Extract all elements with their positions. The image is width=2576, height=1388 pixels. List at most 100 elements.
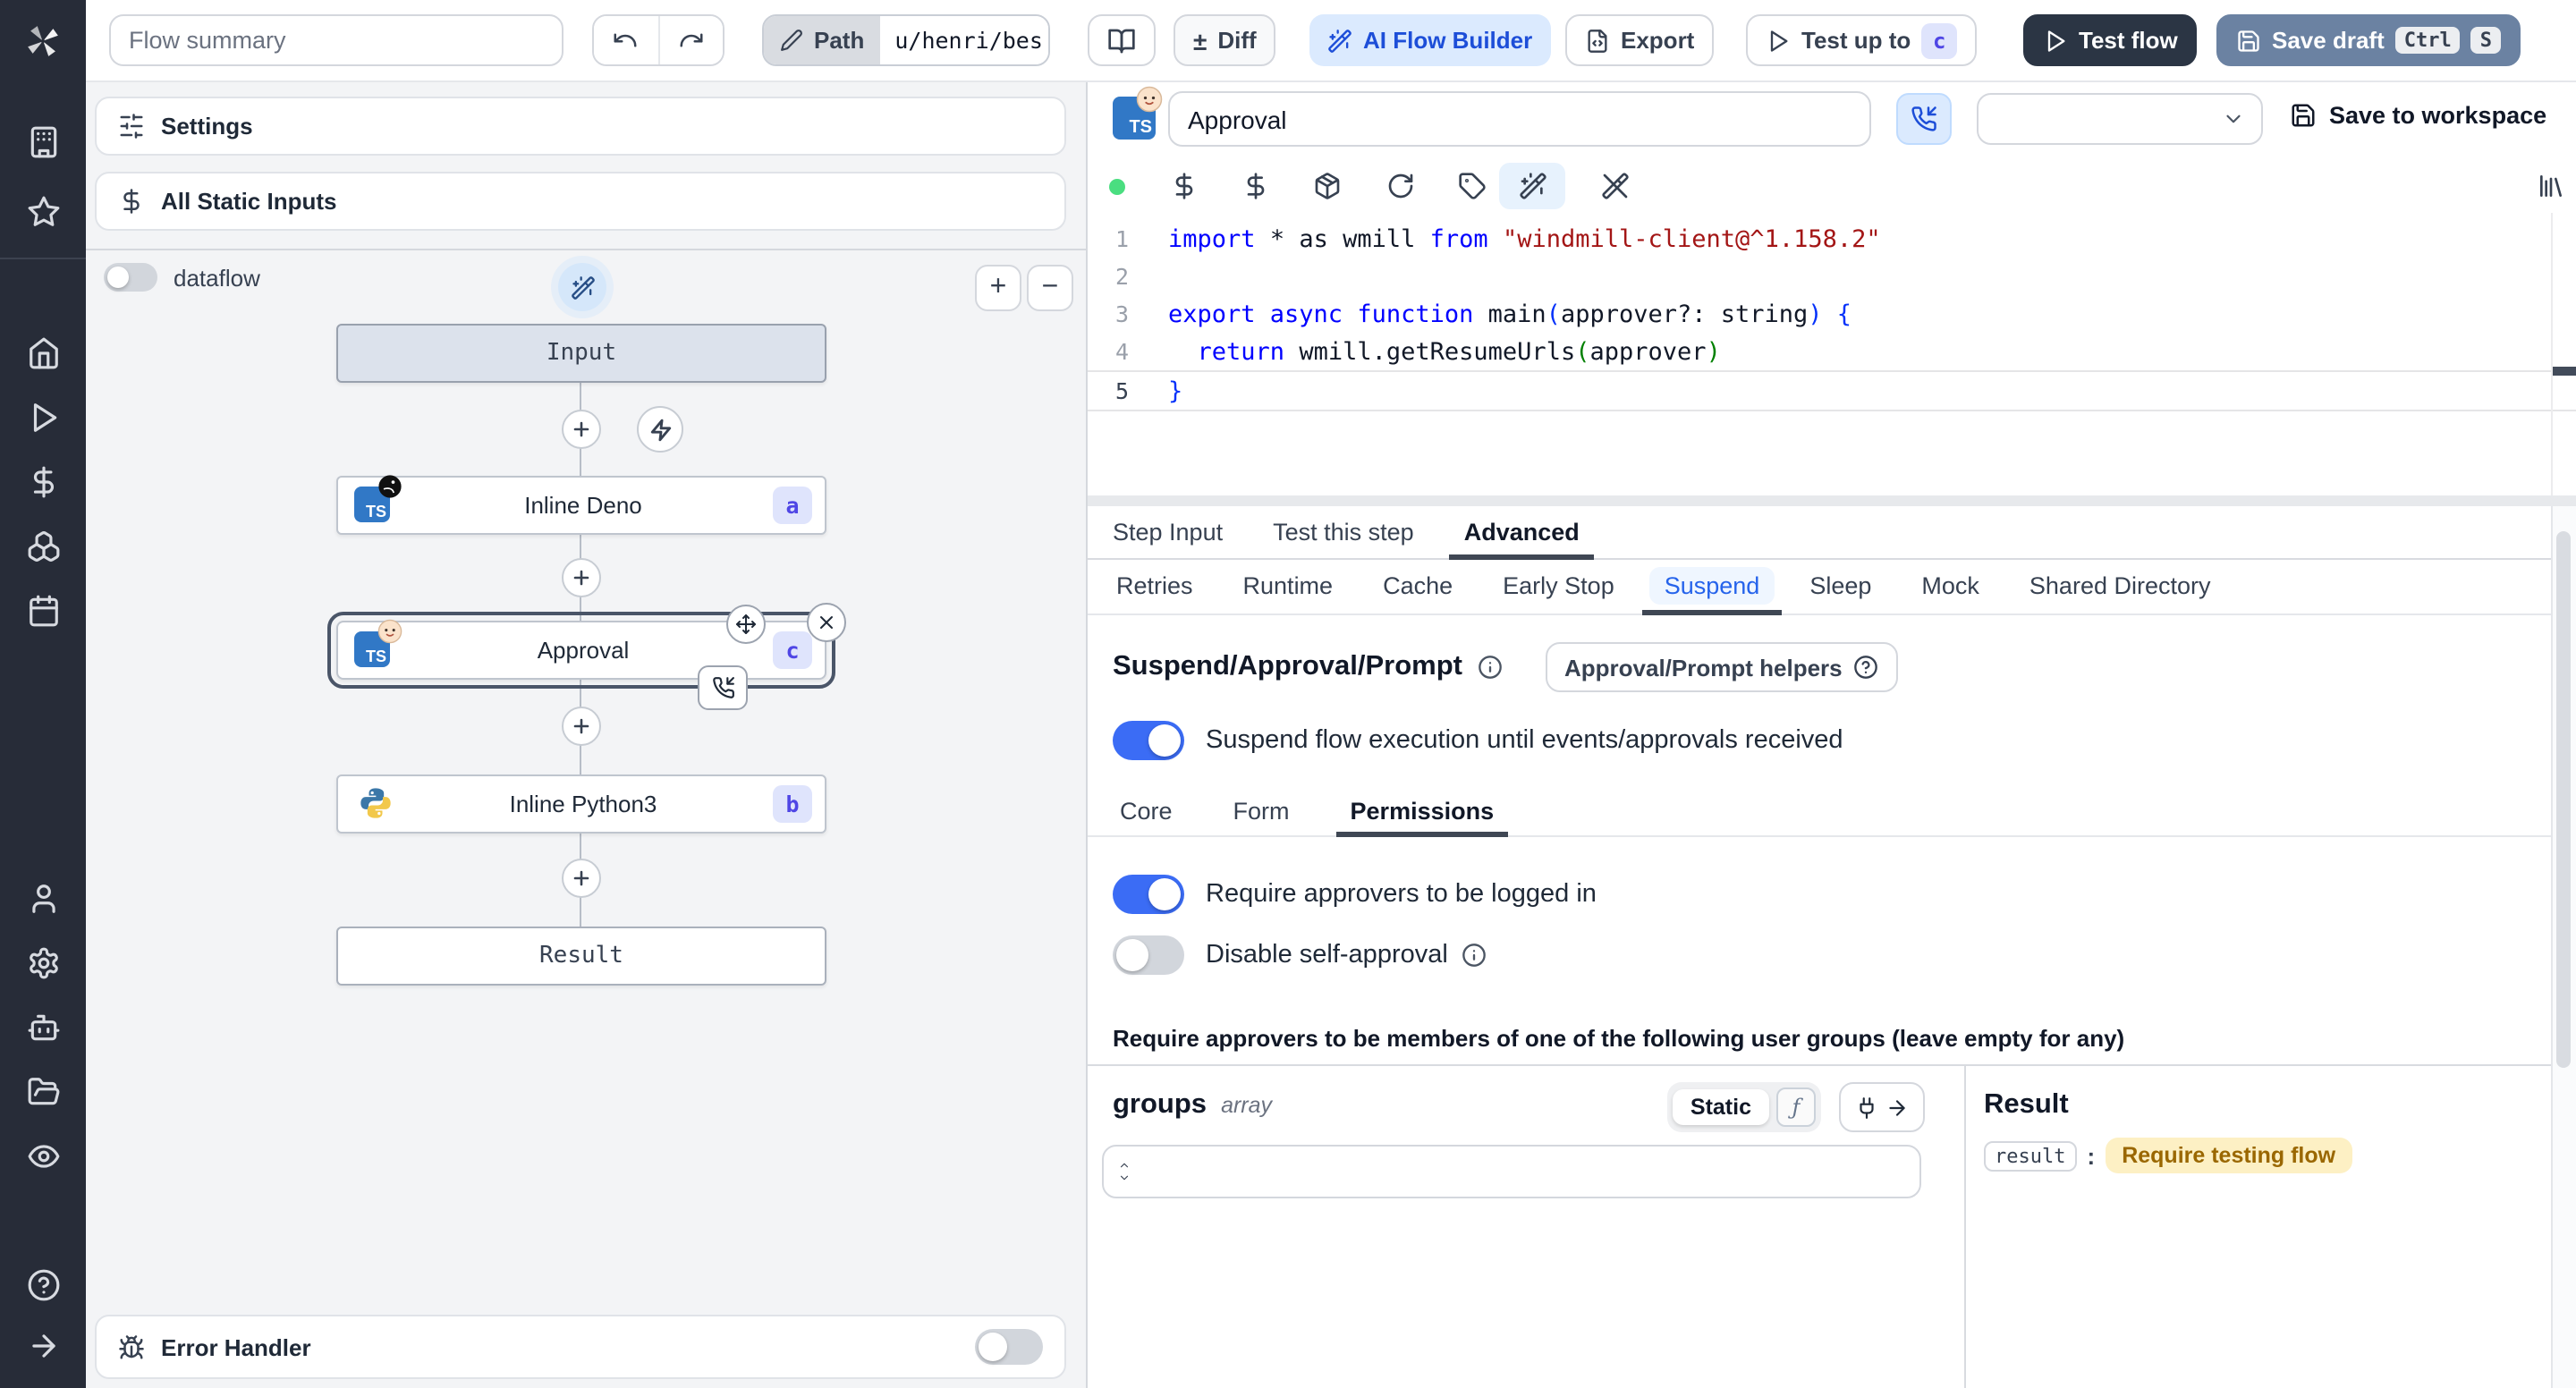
schedules-icon[interactable] [0,581,86,639]
tab-suspend[interactable]: Suspend [1642,558,1782,615]
docs-button[interactable] [1088,14,1156,66]
home-icon[interactable] [0,324,86,381]
ai-flow-builder-button[interactable]: AI Flow Builder [1309,14,1551,66]
flow-settings-button[interactable]: Settings [95,97,1066,156]
save-to-workspace-button[interactable]: Save to workspace [2290,102,2546,129]
library-icon[interactable] [2537,172,2565,200]
node-input[interactable]: Input [336,324,826,383]
info-icon[interactable] [1477,655,1502,680]
favorites-icon[interactable] [0,182,86,240]
result-pane: Result result : Require testing flow [1966,1066,2553,1388]
connect-input-button[interactable] [1839,1082,1925,1132]
runs-icon[interactable] [0,388,86,445]
require-login-toggle[interactable] [1113,875,1184,914]
advanced-tabs: Retries Runtime Cache Early Stop Suspend… [1088,558,2576,615]
step-title-input[interactable] [1168,91,1871,147]
suspend-indicator-button[interactable] [1896,93,1952,145]
tab-runtime[interactable]: Runtime [1222,558,1355,614]
approval-prompt-helpers-button[interactable]: Approval/Prompt helpers [1545,642,1898,692]
panel-resize-handle[interactable] [1088,495,2576,506]
resources-icon[interactable] [0,517,86,574]
node-result[interactable]: Result [336,927,826,986]
fx-mode-button[interactable]: ƒ [1776,1088,1816,1127]
groups-value-field[interactable] [1132,1145,1919,1198]
ai-gen-icon[interactable] [1519,172,1547,200]
help-icon[interactable] [0,1256,86,1313]
variables-icon[interactable] [0,453,86,510]
folders-icon[interactable] [0,1062,86,1120]
add-step-button[interactable] [562,859,601,898]
error-handler-row[interactable]: Error Handler [95,1315,1066,1379]
add-step-button[interactable] [562,558,601,597]
workers-icon[interactable] [0,998,86,1055]
add-step-button[interactable] [562,410,601,449]
error-handler-toggle[interactable] [975,1329,1043,1365]
select-chevrons-icon[interactable] [1116,1159,1132,1184]
redo-button[interactable] [657,16,723,64]
ai-gen-off-icon[interactable] [1601,172,1630,200]
audit-logs-icon[interactable] [0,1127,86,1184]
code-editor[interactable]: 1 import * as wmill from "windmill-clien… [1088,213,2576,495]
settings-icon[interactable] [0,934,86,991]
scrollbar-thumb[interactable] [2556,531,2571,1068]
format-tag-icon[interactable] [1458,172,1487,200]
tab-sleep[interactable]: Sleep [1788,558,1893,614]
baby-emoji-icon [377,618,402,643]
dataflow-toggle[interactable] [104,263,157,292]
tab-mock[interactable]: Mock [1900,558,2001,614]
node-inline-deno[interactable]: TS Inline Deno a [336,474,826,535]
suspend-phone-badge[interactable] [698,665,748,710]
add-step-button[interactable] [562,707,601,746]
diff-button[interactable]: ± Diff [1174,14,1276,66]
path-button[interactable]: Path u/henri/bes [762,14,1050,66]
zoom-out-button[interactable]: − [1027,265,1073,311]
all-static-inputs-button[interactable]: All Static Inputs [95,172,1066,231]
save-draft-button[interactable]: Save draft Ctrl S [2216,14,2521,66]
export-button[interactable]: Export [1565,14,1715,66]
windmill-logo-icon[interactable] [0,0,86,80]
tab-advanced[interactable]: Advanced [1439,506,1605,560]
delete-step-button[interactable] [807,603,846,642]
dependencies-icon[interactable] [1313,172,1342,200]
node-inline-python3[interactable]: Inline Python3 b [336,774,826,834]
tab-core[interactable]: Core [1113,785,1180,835]
bug-icon [118,1333,145,1360]
test-flow-button[interactable]: Test flow [2023,14,2198,66]
suspend-toggle[interactable] [1113,721,1184,760]
dataflow-toggle-row: dataflow [104,263,260,292]
workspace-icon[interactable] [0,113,86,170]
tab-retries[interactable]: Retries [1095,558,1215,614]
test-up-to-button[interactable]: Test up to c [1746,14,1978,66]
tab-test-this-step[interactable]: Test this step [1248,506,1439,558]
static-mode-pill[interactable]: Static [1672,1089,1769,1125]
move-step-handle[interactable] [726,605,766,644]
panel-scrollbar[interactable] [2551,506,2576,1388]
tab-cache[interactable]: Cache [1361,558,1474,614]
suspend-toggle-label: Suspend flow execution until events/appr… [1206,726,1843,755]
code-line: 3 export async function main(approver?: … [1114,300,1852,328]
code-scrollbar[interactable] [2551,213,2576,495]
tab-form[interactable]: Form [1226,785,1297,835]
users-icon[interactable] [0,869,86,927]
tab-shared-directory[interactable]: Shared Directory [2008,558,2233,614]
tab-early-stop[interactable]: Early Stop [1481,558,1636,614]
zoom-in-button[interactable]: + [975,265,1021,311]
add-trigger-button[interactable] [637,406,683,453]
ai-builder-float-button[interactable] [558,263,606,311]
groups-array-input[interactable] [1102,1145,1921,1198]
info-icon[interactable] [1462,943,1487,968]
result-key-chip[interactable]: result [1984,1140,2077,1171]
sliders-icon [118,113,145,140]
flow-summary-input[interactable] [109,14,564,66]
variable-picker-icon[interactable] [1170,172,1199,200]
tag-select[interactable] [1977,93,2263,145]
tab-step-input[interactable]: Step Input [1088,506,1248,558]
kbd-ctrl: Ctrl [2394,27,2461,54]
resource-picker-icon[interactable] [1241,172,1270,200]
tab-permissions[interactable]: Permissions [1335,785,1509,837]
step-language-icon: TS [1113,86,1163,140]
expand-sidebar-icon[interactable] [0,1316,86,1374]
disable-self-approval-toggle[interactable] [1113,935,1184,975]
reset-icon[interactable] [1386,172,1415,200]
undo-button[interactable] [594,16,657,64]
